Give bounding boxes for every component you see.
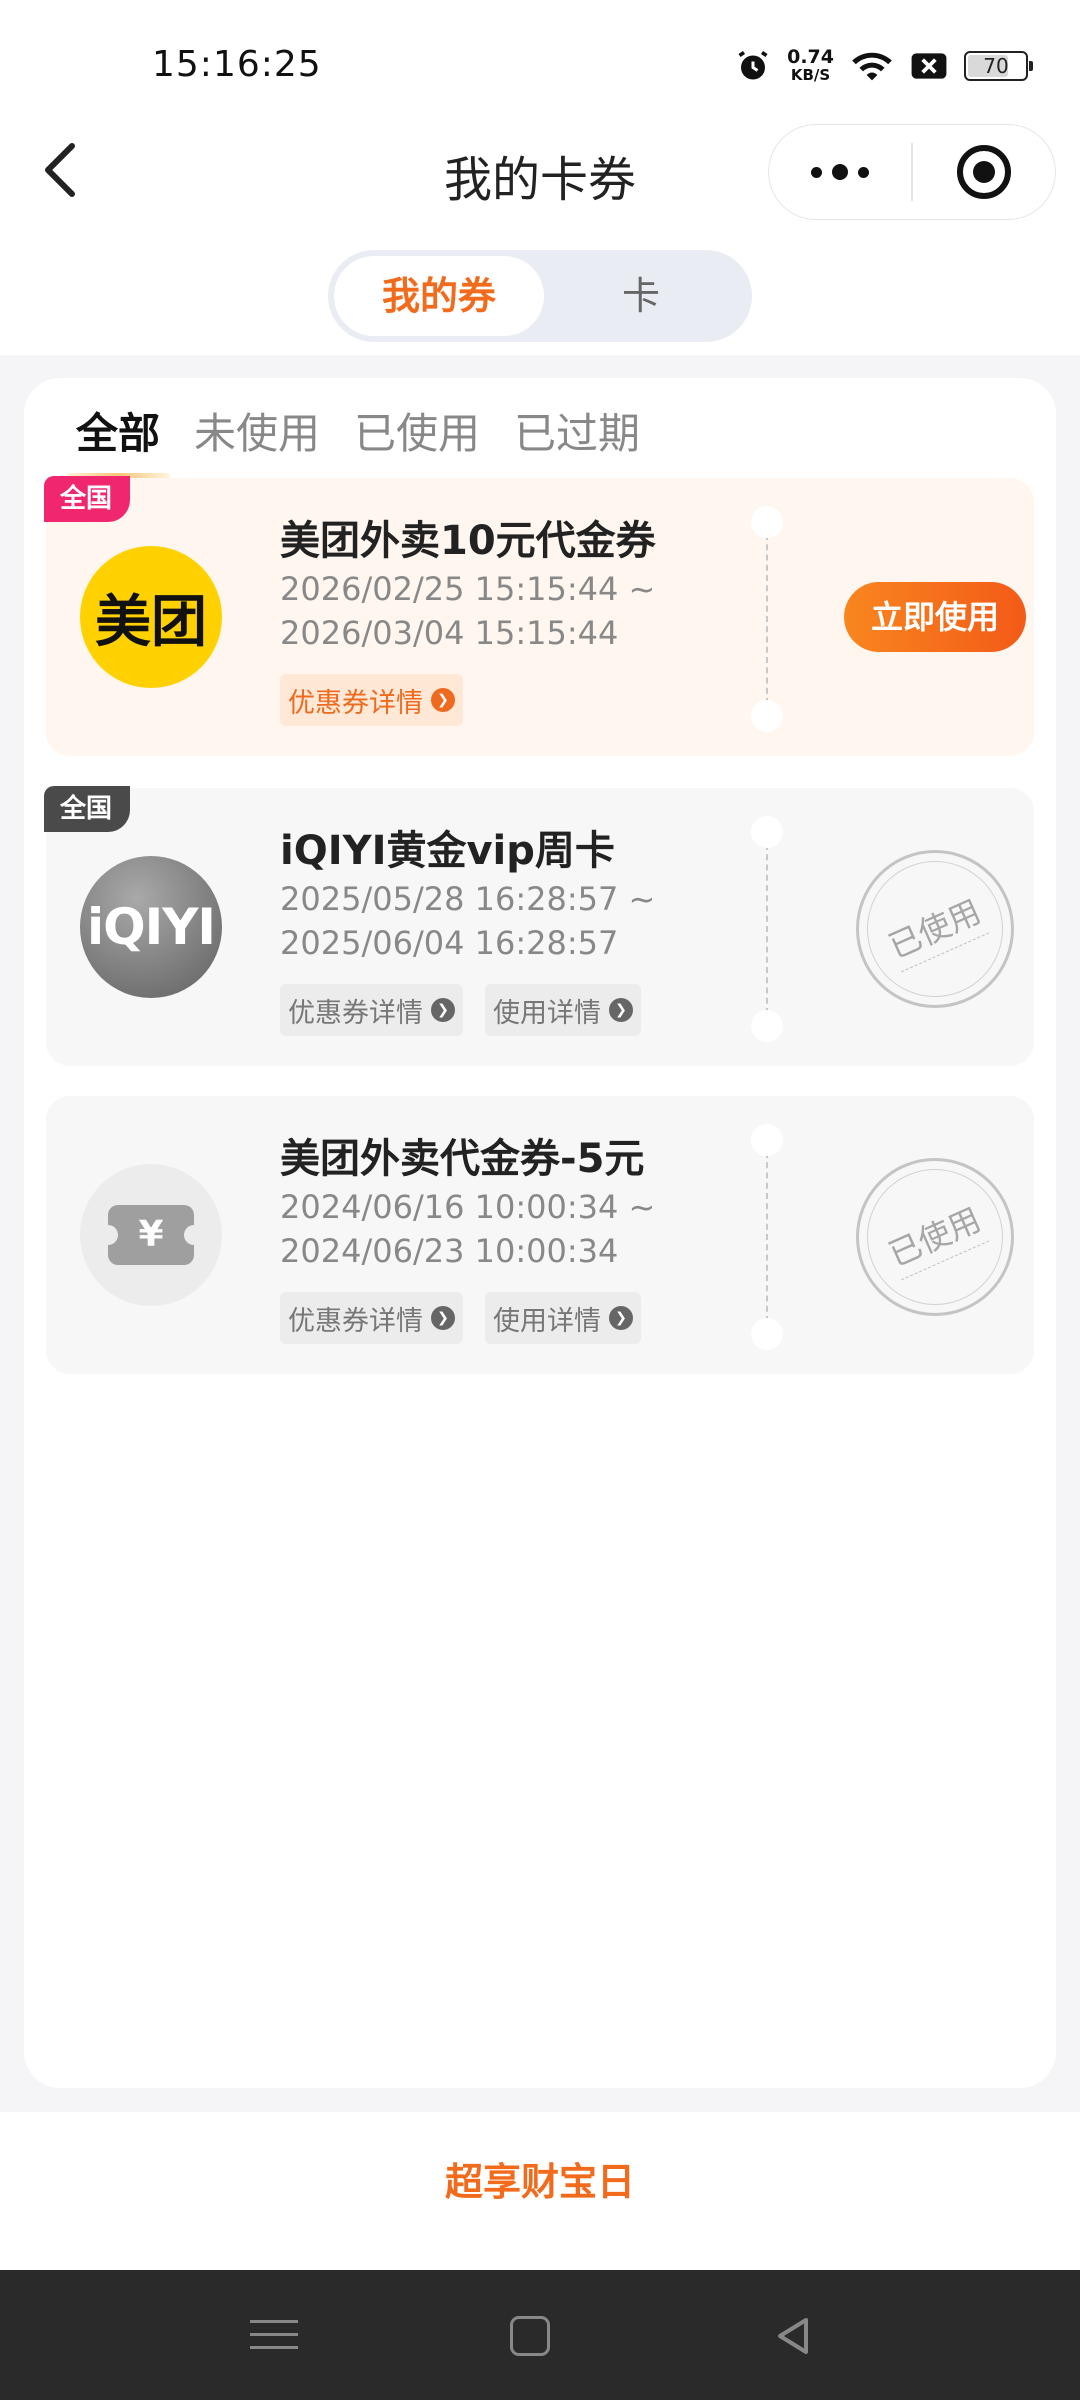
chevron-right-icon: ❯ [431, 998, 455, 1022]
more-button[interactable] [769, 125, 911, 219]
yen-ticket-icon: ¥ [98, 1205, 204, 1265]
coupon-detail-link[interactable]: 优惠券详情 ❯ [280, 984, 463, 1036]
net-speed: 0.74 KB/S [787, 46, 834, 85]
miniprogram-capsule [768, 124, 1056, 220]
coupon-card-switch: 我的券 卡 [328, 250, 752, 342]
coupon-card[interactable]: ¥ 美团外卖代金券-5元 2024/06/16 10:00:34 ~ 2024/… [46, 1096, 1034, 1374]
use-now-button[interactable]: 立即使用 [844, 582, 1026, 652]
chevron-right-icon: ❯ [609, 998, 633, 1022]
chevron-right-icon: ❯ [609, 1306, 633, 1330]
coupon-date-end: 2026/03/04 15:15:44 [280, 614, 619, 652]
coupon-title: 美团外卖代金券-5元 [280, 1136, 645, 1182]
more-dots-icon [811, 164, 870, 180]
coupon-detail-link[interactable]: 优惠券详情 ❯ [280, 674, 463, 726]
coupon-title: 美团外卖10元代金券 [280, 518, 656, 564]
coupon-date-end: 2025/06/04 16:28:57 [280, 924, 619, 962]
usage-detail-link[interactable]: 使用详情 ❯ [485, 1292, 641, 1344]
switch-cards[interactable]: 卡 [536, 256, 746, 336]
ticket-logo: ¥ [80, 1164, 222, 1306]
home-square-icon[interactable] [510, 2316, 550, 2356]
menu-icon[interactable] [250, 2312, 298, 2360]
ticket-divider [751, 506, 783, 732]
ticket-divider [751, 816, 783, 1042]
back-triangle-icon[interactable] [770, 2312, 818, 2360]
status-icons: 0.74 KB/S 70 [735, 44, 1033, 88]
coupon-date-start: 2024/06/16 10:00:34 ~ [280, 1188, 656, 1226]
coupon-detail-link[interactable]: 优惠券详情 ❯ [280, 1292, 463, 1344]
coupon-date-start: 2025/05/28 16:28:57 ~ [280, 880, 656, 918]
tab-all[interactable]: 全部 [65, 400, 171, 481]
tab-unused[interactable]: 未使用 [194, 400, 320, 481]
alarm-icon [738, 50, 768, 80]
ticket-divider [751, 1124, 783, 1350]
coupon-card[interactable]: 全国 iQIYI iQIYI黄金vip周卡 2025/05/28 16:28:5… [44, 786, 1034, 1066]
switcher-area: 我的券 卡 [0, 240, 1080, 355]
switch-my-coupons[interactable]: 我的券 [334, 256, 544, 336]
coupon-links: 优惠券详情 ❯ 使用详情 ❯ [280, 984, 641, 1036]
meituan-logo: 美团 [80, 546, 222, 688]
target-icon [956, 145, 1011, 199]
wifi-icon [852, 52, 892, 81]
coupon-detail-label: 优惠券详情 [288, 997, 423, 1029]
usage-detail-label: 使用详情 [493, 997, 601, 1029]
coupon-detail-label: 优惠券详情 [288, 687, 423, 719]
battery-icon: 70 [964, 51, 1033, 81]
sim-off-icon [911, 53, 947, 79]
region-badge: 全国 [44, 786, 131, 832]
used-stamp-label: 已使用 [880, 1194, 990, 1280]
chevron-right-icon: ❯ [431, 688, 455, 712]
coupon-detail-label: 优惠券详情 [288, 1305, 423, 1337]
coupon-title: iQIYI黄金vip周卡 [280, 828, 615, 874]
used-stamp: 已使用 [856, 1158, 1014, 1316]
coupon-panel: 全部 未使用 已使用 已过期 全国 美团 美团外卖10元代金券 2026/02/… [24, 378, 1056, 2088]
close-miniprogram-button[interactable] [913, 125, 1055, 219]
coupon-date-start: 2026/02/25 15:15:44 ~ [280, 570, 656, 608]
system-nav-bar [0, 2270, 1080, 2400]
tab-expired[interactable]: 已过期 [514, 400, 640, 481]
tab-used[interactable]: 已使用 [354, 400, 480, 481]
coupon-date-end: 2024/06/23 10:00:34 [280, 1232, 619, 1270]
usage-detail-link[interactable]: 使用详情 ❯ [485, 984, 641, 1036]
chevron-right-icon: ❯ [431, 1306, 455, 1330]
status-time: 15:16:25 [152, 44, 322, 85]
coupon-links: 优惠券详情 ❯ 使用详情 ❯ [280, 1292, 641, 1344]
filter-tabs: 全部 未使用 已使用 已过期 [65, 400, 640, 481]
region-badge: 全国 [44, 476, 131, 522]
usage-detail-label: 使用详情 [493, 1305, 601, 1337]
coupon-links: 优惠券详情 ❯ [280, 674, 463, 726]
coupon-card[interactable]: 全国 美团 美团外卖10元代金券 2026/02/25 15:15:44 ~ 2… [44, 476, 1034, 756]
used-stamp: 已使用 [856, 850, 1014, 1008]
used-stamp-label: 已使用 [880, 886, 990, 972]
nav-bar: 我的卡券 [0, 110, 1080, 240]
iqiyi-logo: iQIYI [80, 856, 222, 998]
bottom-promo-link[interactable]: 超享财宝日 [0, 2112, 1080, 2270]
